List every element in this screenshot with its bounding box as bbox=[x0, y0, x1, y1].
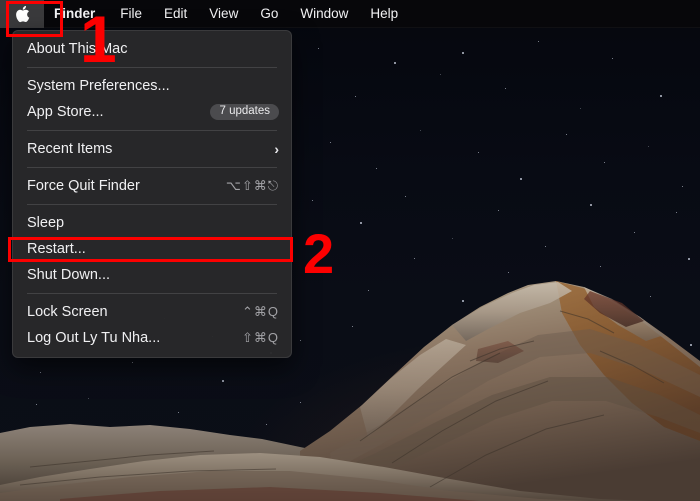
menu-bar-item-edit[interactable]: Edit bbox=[153, 0, 198, 28]
menu-bar-item-help[interactable]: Help bbox=[359, 0, 409, 28]
menu-item-force-quit-finder[interactable]: Force Quit Finder ⌥⇧⌘⎋ bbox=[13, 173, 291, 199]
menu-item-label: Force Quit Finder bbox=[27, 178, 140, 194]
menu-bar-item-window[interactable]: Window bbox=[289, 0, 359, 28]
menu-item-label: System Preferences... bbox=[27, 78, 170, 94]
menu-item-label: Sleep bbox=[27, 215, 65, 231]
menu-item-label: Lock Screen bbox=[27, 304, 108, 320]
menu-item-label: Recent Items bbox=[27, 141, 113, 157]
menu-separator bbox=[27, 167, 277, 168]
menu-separator bbox=[27, 204, 277, 205]
menu-bar-item-go[interactable]: Go bbox=[249, 0, 289, 28]
menu-item-about-this-mac[interactable]: About This Mac bbox=[13, 36, 291, 62]
menu-item-label: Restart... bbox=[27, 241, 86, 257]
menu-item-label: Log Out Ly Tu Nha... bbox=[27, 330, 161, 346]
menu-item-sleep[interactable]: Sleep bbox=[13, 210, 291, 236]
menu-item-recent-items[interactable]: Recent Items › bbox=[13, 136, 291, 162]
menu-item-restart[interactable]: Restart... bbox=[13, 236, 291, 262]
menu-item-shut-down[interactable]: Shut Down... bbox=[13, 262, 291, 288]
menu-bar: Finder File Edit View Go Window Help bbox=[0, 0, 700, 28]
app-store-updates-badge: 7 updates bbox=[210, 103, 279, 121]
menu-separator bbox=[27, 130, 277, 131]
menu-item-shortcut: ⇧⌘Q bbox=[241, 330, 279, 345]
menu-bar-item-file[interactable]: File bbox=[109, 0, 153, 28]
menu-item-shortcut: ⌃⌘Q bbox=[241, 304, 279, 319]
menu-item-label: App Store... bbox=[27, 104, 104, 120]
menu-separator bbox=[27, 67, 277, 68]
menu-item-log-out[interactable]: Log Out Ly Tu Nha... ⇧⌘Q bbox=[13, 325, 291, 351]
desktop-screen: Finder File Edit View Go Window Help Abo… bbox=[0, 0, 700, 501]
apple-logo-icon[interactable] bbox=[0, 0, 44, 28]
menu-item-shortcut: ⌥⇧⌘⎋ bbox=[225, 178, 279, 193]
menu-item-label: About This Mac bbox=[27, 41, 128, 57]
apple-menu-dropdown: About This Mac System Preferences... App… bbox=[12, 30, 292, 358]
menu-separator bbox=[27, 293, 277, 294]
menu-bar-item-view[interactable]: View bbox=[198, 0, 249, 28]
menu-item-lock-screen[interactable]: Lock Screen ⌃⌘Q bbox=[13, 299, 291, 325]
menu-bar-item-finder[interactable]: Finder bbox=[44, 0, 109, 28]
chevron-right-icon: › bbox=[274, 141, 279, 157]
menu-item-system-preferences[interactable]: System Preferences... bbox=[13, 73, 291, 99]
menu-item-app-store[interactable]: App Store... 7 updates bbox=[13, 99, 291, 125]
menu-item-label: Shut Down... bbox=[27, 267, 111, 283]
